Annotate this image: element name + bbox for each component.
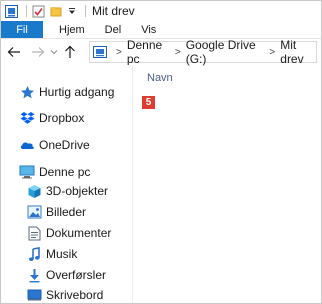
divider <box>26 5 27 17</box>
column-header-navn[interactable]: Navn <box>147 72 173 84</box>
nav-item-3d-objekter[interactable]: 3D-objekter <box>26 181 108 201</box>
computer-icon <box>19 164 35 180</box>
properties-icon[interactable] <box>31 4 45 18</box>
drive-location-icon <box>93 46 107 58</box>
pictures-icon <box>26 204 42 220</box>
star-icon <box>19 84 35 100</box>
file-list: Navn 5 <box>133 65 321 303</box>
nav-item-label: OneDrive <box>39 138 90 152</box>
new-folder-icon[interactable] <box>49 4 63 18</box>
nav-item-label: Dokumenter <box>46 226 112 240</box>
tab-fil[interactable]: Fil <box>1 21 43 38</box>
breadcrumb-google-drive[interactable]: Google Drive (G:) <box>186 38 265 66</box>
back-button[interactable] <box>5 42 23 62</box>
nav-item-dropbox[interactable]: Dropbox <box>19 108 84 128</box>
breadcrumb-denne-pc[interactable]: Denne pc <box>127 38 170 66</box>
breadcrumb-separator[interactable]: > <box>269 47 275 58</box>
breadcrumb-separator[interactable]: > <box>116 47 122 58</box>
forward-button[interactable] <box>29 42 47 62</box>
nav-item-label: Skrivebord <box>46 288 104 302</box>
recent-locations-button[interactable] <box>49 42 59 62</box>
ribbon-tabs: Fil Hjem Del Vis <box>1 21 321 39</box>
customize-quick-access-icon[interactable] <box>67 4 77 18</box>
breadcrumb-mit-drev[interactable]: Mit drev <box>280 38 316 66</box>
chevron-down-icon <box>50 50 58 55</box>
explorer-window: Mit drev Fil Hjem Del Vis > Denne pc > G… <box>0 0 322 304</box>
explorer-app-icon[interactable] <box>4 4 18 18</box>
back-arrow-icon <box>7 47 20 57</box>
music-icon <box>26 246 42 262</box>
step-number-badge: 5 <box>142 96 155 109</box>
title-bar: Mit drev <box>1 1 321 21</box>
nav-item-overforsler[interactable]: Overførsler <box>26 265 106 285</box>
nav-item-label: Denne pc <box>39 165 91 179</box>
nav-item-label: Billeder <box>46 205 87 219</box>
up-arrow-icon <box>65 45 75 58</box>
nav-item-musik[interactable]: Musik <box>26 244 77 264</box>
cube-icon <box>26 183 42 199</box>
forward-arrow-icon <box>32 47 45 57</box>
dropbox-icon <box>19 110 35 126</box>
tab-hjem[interactable]: Hjem <box>43 21 95 38</box>
documents-icon <box>26 225 42 241</box>
navigation-pane: Hurtig adgang Dropbox OneDrive Denne pc … <box>1 65 132 303</box>
up-button[interactable] <box>61 42 79 62</box>
tab-vis[interactable]: Vis <box>131 21 166 38</box>
nav-item-onedrive[interactable]: OneDrive <box>19 135 90 155</box>
nav-item-label: Overførsler <box>46 268 106 282</box>
cloud-icon <box>19 137 35 153</box>
address-bar[interactable]: > Denne pc > Google Drive (G:) > Mit dre… <box>89 38 317 66</box>
download-icon <box>26 267 42 283</box>
nav-item-dokumenter[interactable]: Dokumenter <box>26 223 111 243</box>
nav-item-label: 3D-objekter <box>46 184 109 198</box>
nav-item-label: Dropbox <box>39 111 85 125</box>
navigation-bar: > Denne pc > Google Drive (G:) > Mit dre… <box>1 38 321 66</box>
desktop-icon <box>26 287 42 303</box>
breadcrumb-separator[interactable]: > <box>175 47 181 58</box>
window-title: Mit drev <box>92 4 135 18</box>
divider <box>85 5 86 17</box>
nav-item-hurtig-adgang[interactable]: Hurtig adgang <box>19 82 114 102</box>
nav-item-denne-pc[interactable]: Denne pc <box>19 162 90 182</box>
tab-del[interactable]: Del <box>95 21 132 38</box>
nav-item-skrivebord[interactable]: Skrivebord <box>26 285 104 303</box>
nav-item-label: Hurtig adgang <box>39 85 115 99</box>
nav-item-billeder[interactable]: Billeder <box>26 202 86 222</box>
nav-item-label: Musik <box>46 247 78 261</box>
